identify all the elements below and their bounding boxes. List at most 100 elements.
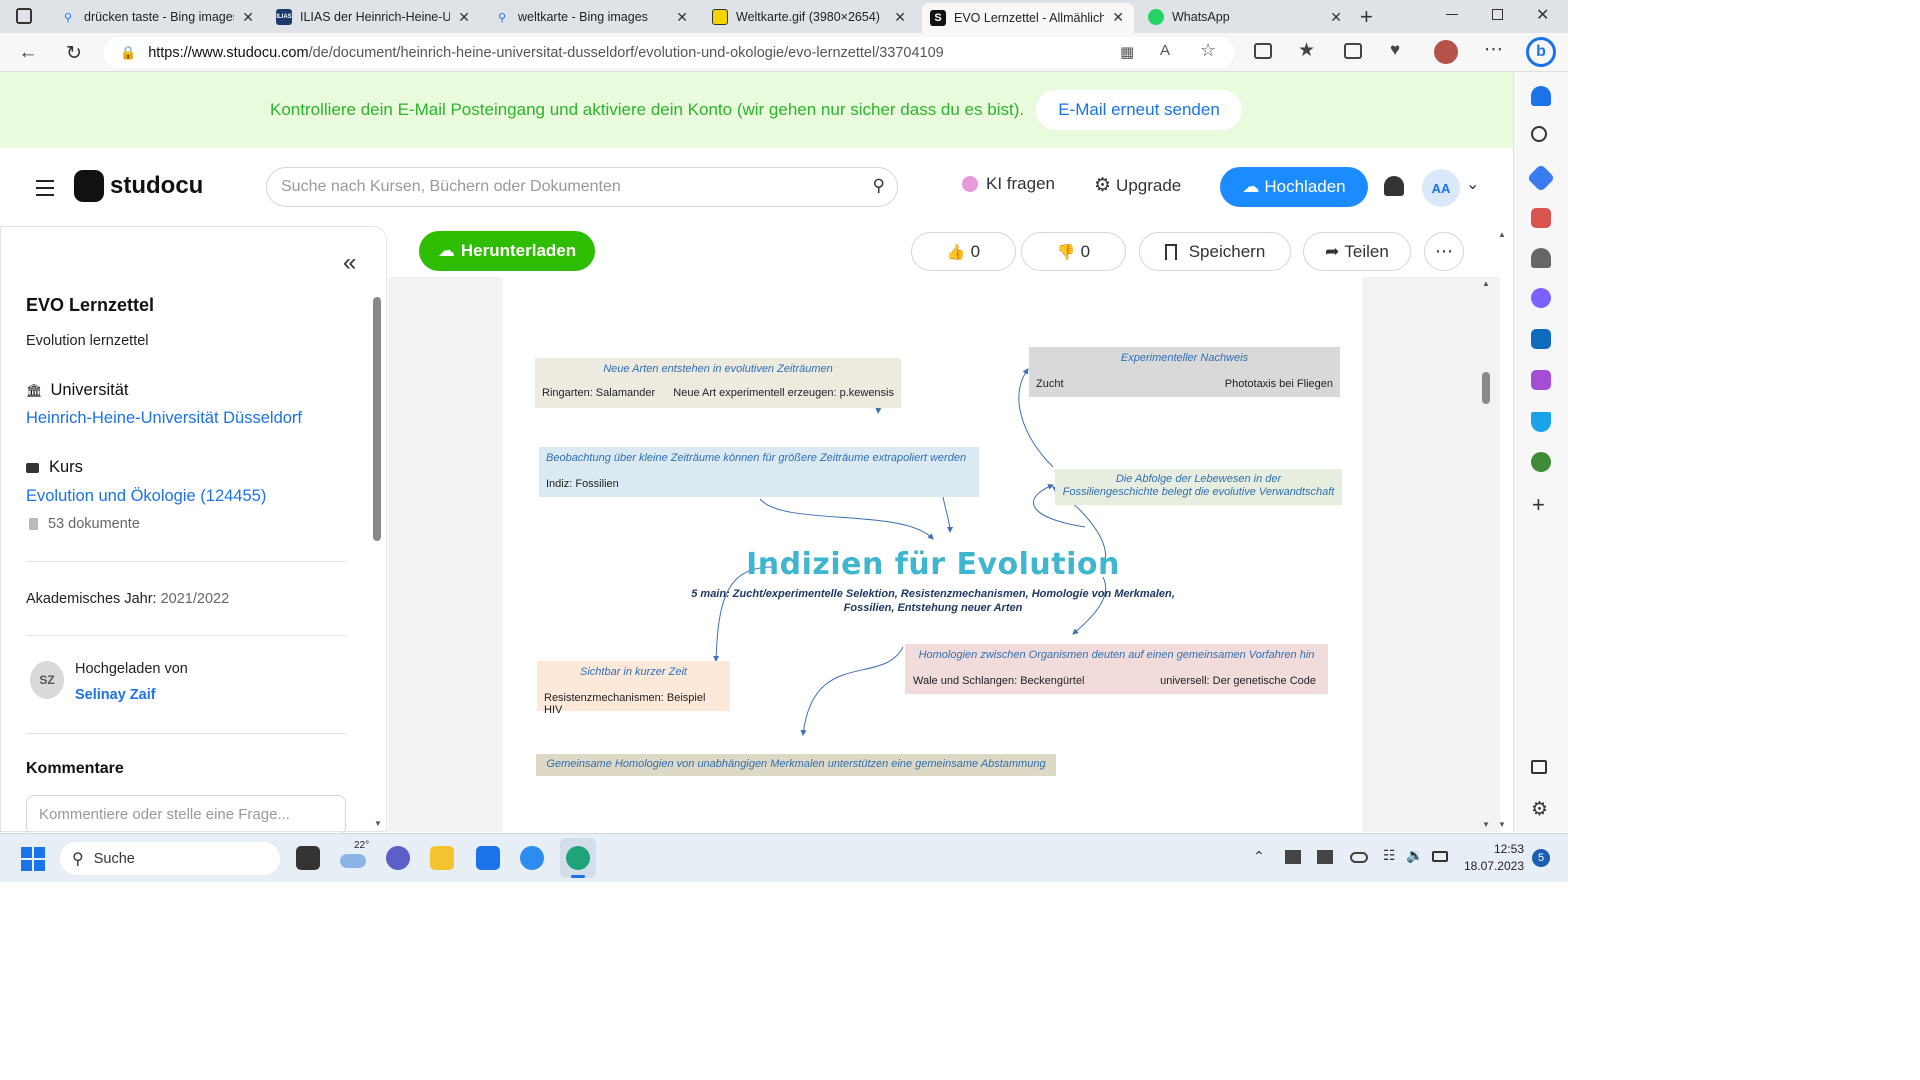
close-icon[interactable]: ✕ — [1330, 9, 1342, 26]
tray-app-icon[interactable] — [1285, 850, 1301, 864]
like-button[interactable]: 👍 0 — [911, 232, 1016, 271]
url-field[interactable]: 🔒 https://www.studocu.com /de/document/h… — [104, 37, 1234, 68]
upload-button[interactable]: ☁ Hochladen — [1220, 167, 1368, 207]
upgrade-button[interactable]: ⚙ Upgrade — [1094, 174, 1181, 197]
drop-icon[interactable] — [1531, 412, 1551, 432]
file-explorer-icon[interactable] — [430, 846, 454, 870]
notification-badge[interactable]: 5 — [1532, 849, 1550, 867]
tab-weltkarte-gif[interactable]: Weltkarte.gif (3980×2654) ✕ — [704, 3, 916, 31]
tab-whatsapp[interactable]: WhatsApp ✕ — [1140, 3, 1352, 31]
minimize-icon[interactable] — [1446, 14, 1458, 15]
close-icon[interactable]: ✕ — [676, 9, 688, 26]
windows-start-icon[interactable] — [21, 847, 45, 871]
year-value: 2021/2022 — [160, 591, 230, 607]
close-icon[interactable]: ✕ — [894, 9, 906, 26]
add-sidebar-app-icon[interactable]: + — [1532, 492, 1545, 518]
search-icon[interactable] — [1531, 126, 1547, 142]
scrollbar-up-icon[interactable]: ▲ — [1498, 230, 1506, 239]
search-input[interactable]: Suche nach Kursen, Büchern oder Dokument… — [266, 167, 898, 207]
share-button[interactable]: ➦ Teilen — [1303, 232, 1411, 271]
outlook-icon[interactable] — [1531, 329, 1551, 349]
new-tab-icon[interactable]: + — [1360, 4, 1373, 30]
hide-sidebar-icon[interactable] — [1531, 760, 1547, 774]
sidebar-scrollbar[interactable] — [373, 297, 381, 541]
tab-ilias[interactable]: ILIAS ILIAS der Heinrich-Heine-Ur ✕ — [268, 3, 480, 31]
collapse-sidebar-icon[interactable]: « — [343, 249, 356, 277]
teams-chat-icon[interactable] — [386, 846, 410, 870]
show-hidden-icons[interactable]: ⌃ — [1253, 848, 1265, 865]
collections-icon[interactable] — [1344, 43, 1362, 59]
box-heading: Homologien zwischen Organismen deuten au… — [918, 649, 1315, 661]
box-heading: Gemeinsame Homologien von unabhängigen M… — [546, 758, 1046, 770]
onedrive-icon[interactable] — [1350, 852, 1368, 863]
microsoft365-icon[interactable] — [1531, 288, 1551, 308]
volume-icon[interactable]: 🔉 — [1406, 847, 1423, 864]
read-aloud-icon[interactable]: A — [1160, 42, 1170, 59]
close-icon[interactable]: ✕ — [1112, 9, 1124, 26]
document-toolbar: ☁ Herunterladen 👍 0 👎 0 Speichern ➦ Teil… — [388, 226, 1506, 276]
course-link[interactable]: Evolution und Ökologie (124455) — [26, 487, 266, 506]
favorite-star-icon[interactable]: ☆ — [1200, 40, 1216, 61]
viewer-scrollbar[interactable] — [1482, 372, 1490, 404]
weather-widget[interactable]: 22° — [340, 840, 374, 874]
viewer-scrollbar-down-icon[interactable]: ▼ — [1482, 820, 1490, 829]
search-icon[interactable]: ⚲ — [873, 176, 885, 196]
menu-hamburger-icon[interactable] — [36, 180, 54, 196]
refresh-icon[interactable]: ↻ — [62, 41, 86, 65]
task-view-icon[interactable] — [296, 846, 320, 870]
tab-bing-druecken[interactable]: ⚲ drücken taste - Bing images ✕ — [52, 3, 264, 31]
shopping-tag-icon[interactable] — [1526, 163, 1556, 193]
messaging-icon[interactable] — [520, 846, 544, 870]
more-icon[interactable]: ⋯ — [1484, 38, 1503, 61]
user-avatar[interactable]: AA — [1422, 169, 1460, 207]
settings-gear-icon[interactable]: ⚙ — [1531, 798, 1548, 821]
notification-bell-icon[interactable] — [1384, 176, 1404, 196]
app-available-icon[interactable]: ▦ — [1120, 43, 1134, 61]
browser-essentials-icon[interactable]: ♥ — [1390, 40, 1400, 60]
dislike-button[interactable]: 👎 0 — [1021, 232, 1126, 271]
uploader-avatar[interactable]: SZ — [30, 661, 64, 699]
bing-copilot-icon[interactable]: b — [1526, 37, 1556, 67]
tree-icon[interactable] — [1531, 452, 1551, 472]
ask-ai-button[interactable]: KI fragen — [962, 174, 1055, 194]
tools-icon[interactable] — [1531, 208, 1551, 228]
back-icon[interactable]: ← — [16, 41, 40, 65]
comment-input[interactable]: Kommentiere oder stelle eine Frage... — [26, 795, 346, 835]
download-button[interactable]: ☁ Herunterladen — [419, 231, 595, 271]
more-options-button[interactable]: ⋯ — [1424, 232, 1464, 271]
scrollbar-down-icon[interactable]: ▼ — [374, 819, 382, 828]
uploader-link[interactable]: Selinay Zaif — [75, 687, 156, 703]
window-close-icon[interactable]: ✕ — [1536, 5, 1549, 25]
close-icon[interactable]: ✕ — [242, 9, 254, 26]
tab-actions-icon[interactable] — [16, 8, 32, 24]
clock-time[interactable]: 12:53 — [1476, 842, 1524, 856]
tab-bing-weltkarte[interactable]: ⚲ weltkarte - Bing images ✕ — [486, 3, 698, 31]
close-icon[interactable]: ✕ — [458, 9, 470, 26]
save-button[interactable]: Speichern — [1139, 232, 1291, 271]
upload-label: Hochladen — [1264, 177, 1346, 196]
games-icon[interactable] — [1531, 248, 1551, 268]
url-path: /de/document/heinrich-heine-universitat-… — [308, 44, 944, 61]
wifi-icon[interactable]: ☷ — [1383, 847, 1396, 864]
viewer-scrollbar-down-icon[interactable]: ▼ — [1498, 820, 1506, 829]
notifications-icon[interactable] — [1531, 86, 1551, 106]
edge-browser-icon[interactable] — [560, 838, 596, 878]
email-verification-banner: Kontrolliere dein E-Mail Posteingang und… — [0, 72, 1513, 148]
university-link[interactable]: Heinrich-Heine-Universität Düsseldorf — [26, 409, 302, 428]
tray-app-icon[interactable] — [1317, 850, 1333, 864]
studocu-logo[interactable]: studocu — [74, 170, 203, 202]
profile-avatar[interactable] — [1434, 40, 1458, 64]
favorites-icon[interactable]: ★ — [1298, 39, 1315, 62]
restore-icon[interactable] — [1492, 9, 1503, 20]
chevron-down-icon[interactable]: ⌄ — [1466, 174, 1479, 194]
clock-date[interactable]: 18.07.2023 — [1462, 859, 1524, 873]
viewer-scrollbar-up-icon[interactable]: ▲ — [1482, 279, 1490, 288]
tab-evo-lernzettel[interactable]: S EVO Lernzettel - Allmählich ✕ — [922, 3, 1134, 33]
designer-icon[interactable] — [1531, 370, 1551, 390]
divider — [26, 635, 346, 636]
mail-icon[interactable] — [476, 846, 500, 870]
resend-email-button[interactable]: E-Mail erneut senden — [1036, 90, 1242, 130]
taskbar-search[interactable]: ⚲ Suche — [60, 842, 280, 875]
battery-icon[interactable] — [1432, 851, 1448, 862]
split-screen-icon[interactable] — [1254, 43, 1272, 59]
